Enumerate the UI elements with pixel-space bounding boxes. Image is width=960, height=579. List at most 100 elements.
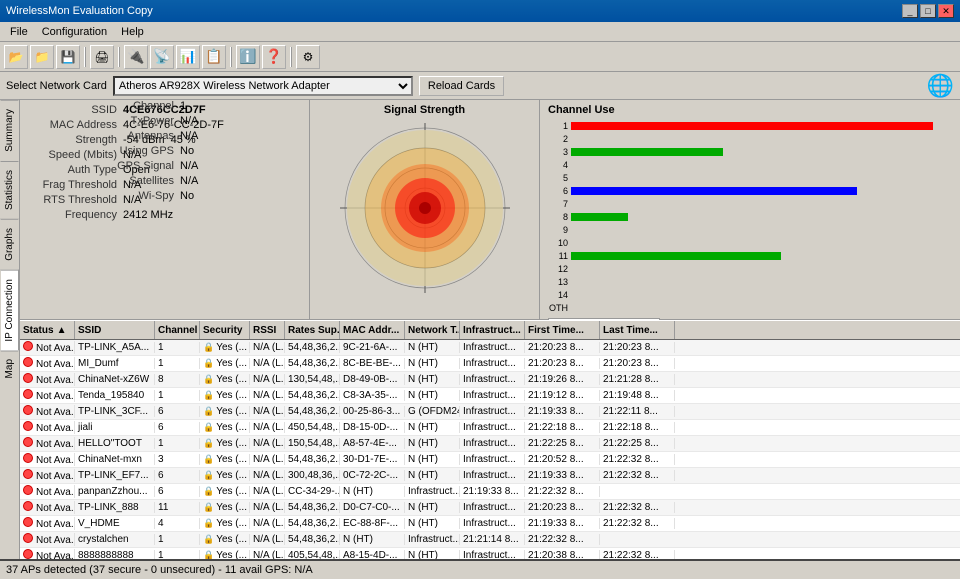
col-header-rates[interactable]: Rates Sup...: [285, 321, 340, 339]
help-button[interactable]: ❓: [262, 45, 286, 69]
menu-file[interactable]: File: [4, 25, 34, 39]
list-cell: panpanZzhou...: [75, 486, 155, 497]
maximize-button[interactable]: □: [920, 4, 936, 18]
list-cell: 21:22:25 8...: [525, 438, 600, 449]
scan-button[interactable]: 📡: [150, 45, 174, 69]
table-row[interactable]: Not Ava...88888888881🔒Yes (...N/A (L...4…: [20, 548, 960, 559]
signal-section: Signal Strength: [310, 100, 540, 319]
tab-statistics[interactable]: Statistics: [0, 161, 19, 219]
lock-icon: 🔒: [203, 486, 214, 496]
table-row[interactable]: Not Ava...Tenda_1958401🔒Yes (...N/A (L..…: [20, 388, 960, 404]
close-button[interactable]: ✕: [938, 4, 954, 18]
col-header-ssid[interactable]: SSID: [75, 321, 155, 339]
list-cell: 🔒Yes (...: [200, 374, 250, 385]
radar-display: [335, 118, 515, 303]
open-button[interactable]: 📁: [30, 45, 54, 69]
table-row[interactable]: Not Ava...crystalchen1🔒Yes (...N/A (L...…: [20, 532, 960, 548]
satellites-label: Satellites: [110, 175, 180, 187]
list-cell: crystalchen: [75, 534, 155, 545]
list-cell: N (HT): [405, 358, 460, 369]
list-cell: TP-LINK_EF7...: [75, 470, 155, 481]
list-cell: 21:19:33 8...: [460, 486, 525, 497]
wispy-label: Wi-Spy: [110, 190, 180, 202]
list-cell: N/A (L...: [250, 454, 285, 465]
satellites-row: Satellites N/A: [110, 175, 305, 187]
table-row[interactable]: Not Ava...TP-LINK_A5A...1🔒Yes (...N/A (L…: [20, 340, 960, 356]
col-header-network[interactable]: Network T...: [405, 321, 460, 339]
list-cell: Not Ava...: [20, 421, 75, 434]
col-header-infra[interactable]: Infrastruct...: [460, 321, 525, 339]
table-row[interactable]: Not Ava...HELLO"TOOT1🔒Yes (...N/A (L...1…: [20, 436, 960, 452]
gpssignal-value: N/A: [180, 160, 198, 172]
list-cell: Infrastruct...: [405, 534, 460, 545]
channel-bar: [571, 148, 723, 156]
list-cell: 54,48,36,2...: [285, 390, 340, 401]
list-cell: 21:19:33 8...: [525, 406, 600, 417]
list-cell: 1: [155, 534, 200, 545]
table-row[interactable]: Not Ava...ChinaNet-xZ6W8🔒Yes (...N/A (L.…: [20, 372, 960, 388]
channel-row: 10: [548, 237, 952, 249]
network-card-select[interactable]: Atheros AR928X Wireless Network Adapter: [113, 76, 413, 96]
list-cell: Infrastruct...: [460, 438, 525, 449]
list-body[interactable]: Not Ava...TP-LINK_A5A...1🔒Yes (...N/A (L…: [20, 340, 960, 559]
new-button[interactable]: 📂: [4, 45, 28, 69]
col-header-mac[interactable]: MAC Addr...: [340, 321, 405, 339]
channel-row: 3: [548, 146, 952, 158]
list-cell: 🔒Yes (...: [200, 550, 250, 559]
channel-row: 1: [548, 120, 952, 132]
col-header-security[interactable]: Security: [200, 321, 250, 339]
info-button[interactable]: ℹ️: [236, 45, 260, 69]
col-header-last[interactable]: Last Time...: [600, 321, 675, 339]
status-dot: [23, 549, 33, 559]
chart-button[interactable]: 📊: [176, 45, 200, 69]
toolbar-separator: [84, 47, 86, 67]
col-header-rssi[interactable]: RSSI: [250, 321, 285, 339]
list-cell: 🔒Yes (...: [200, 438, 250, 449]
list-cell: 21:20:23 8...: [600, 342, 675, 353]
table-row[interactable]: Not Ava...V_HDME4🔒Yes (...N/A (L...54,48…: [20, 516, 960, 532]
minimize-button[interactable]: _: [902, 4, 918, 18]
col-header-channel[interactable]: Channel: [155, 321, 200, 339]
list-cell: 8: [155, 374, 200, 385]
table-row[interactable]: Not Ava...TP-LINK_EF7...6🔒Yes (...N/A (L…: [20, 468, 960, 484]
table-row[interactable]: Not Ava...ChinaNet-mxn3🔒Yes (...N/A (L..…: [20, 452, 960, 468]
reload-cards-button[interactable]: Reload Cards: [419, 76, 504, 96]
table-row[interactable]: Not Ava...TP-LINK_3CF...6🔒Yes (...N/A (L…: [20, 404, 960, 420]
menu-configuration[interactable]: Configuration: [36, 25, 113, 39]
lock-icon: 🔒: [203, 454, 214, 464]
network-list-section: Status▲ SSID Channel Security RSSI Rates…: [20, 320, 960, 559]
table-row[interactable]: Not Ava...panpanZzhou...6🔒Yes (...N/A (L…: [20, 484, 960, 500]
list-cell: Not Ava...: [20, 389, 75, 402]
tab-summary[interactable]: Summary: [0, 100, 19, 161]
auth-label: Auth Type: [28, 164, 123, 176]
tab-ip-connection[interactable]: IP Connection: [0, 270, 19, 351]
channel-number: 9: [548, 225, 568, 235]
strength-label: Strength: [28, 134, 123, 146]
list-cell: 150,54,48,...: [285, 438, 340, 449]
lock-icon: 🔒: [203, 534, 214, 544]
table-row[interactable]: Not Ava...jiali6🔒Yes (...N/A (L...450,54…: [20, 420, 960, 436]
print-button[interactable]: 🖨: [90, 45, 114, 69]
list-cell: 🔒Yes (...: [200, 502, 250, 513]
list-cell: 🔒Yes (...: [200, 406, 250, 417]
settings-button[interactable]: ⚙: [296, 45, 320, 69]
col-header-first[interactable]: First Time...: [525, 321, 600, 339]
list-cell: N (HT): [405, 342, 460, 353]
table-row[interactable]: Not Ava...MI_Dumf1🔒Yes (...N/A (L...54,4…: [20, 356, 960, 372]
table-row[interactable]: Not Ava...TP-LINK_88811🔒Yes (...N/A (L..…: [20, 500, 960, 516]
save-button[interactable]: 💾: [56, 45, 80, 69]
main-area: Summary Statistics Graphs IP Connection …: [0, 100, 960, 559]
list-cell: 6: [155, 486, 200, 497]
list-button[interactable]: 📋: [202, 45, 226, 69]
tab-graphs[interactable]: Graphs: [0, 219, 19, 270]
status-dot: [23, 437, 33, 447]
list-cell: N/A (L...: [250, 358, 285, 369]
list-cell: HELLO"TOOT: [75, 438, 155, 449]
menu-help[interactable]: Help: [115, 25, 150, 39]
connect-button[interactable]: 🔌: [124, 45, 148, 69]
list-cell: 9C-21-6A-...: [340, 342, 405, 353]
col-header-status[interactable]: Status▲: [20, 321, 75, 339]
list-cell: N/A (L...: [250, 342, 285, 353]
tab-map[interactable]: Map: [0, 350, 19, 387]
list-cell: 8888888888: [75, 550, 155, 559]
